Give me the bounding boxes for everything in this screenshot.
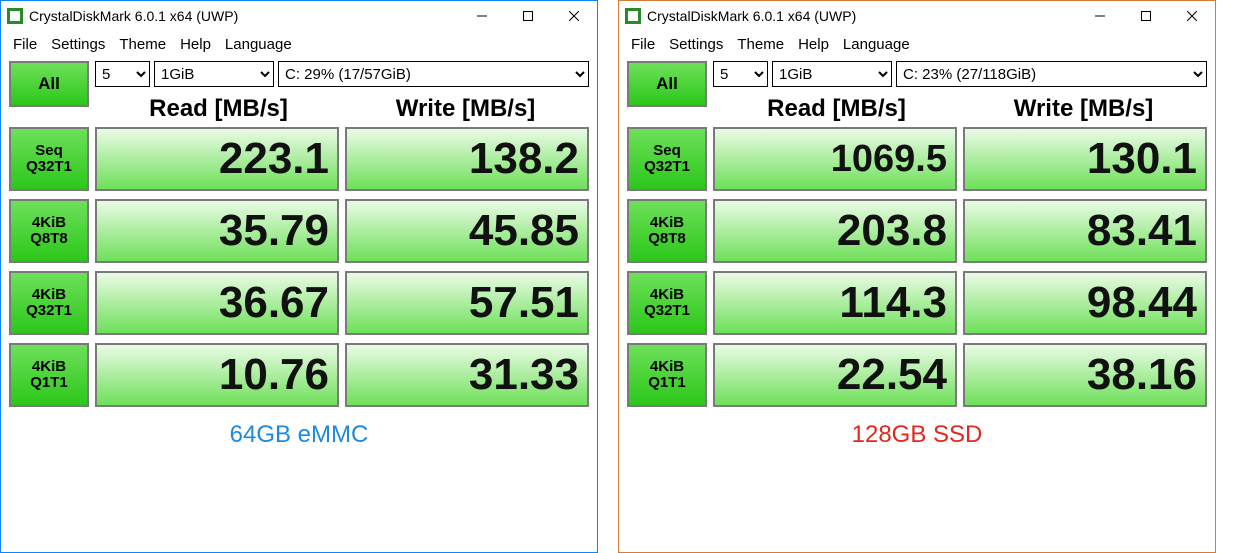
- 4kib-q1t1-read: 10.76: [95, 343, 339, 407]
- 4kib-q32t1-read: 36.67: [95, 271, 339, 335]
- 4kib-q32t1-button[interactable]: 4KiB Q32T1: [627, 271, 707, 335]
- run-all-button[interactable]: All: [627, 61, 707, 107]
- window-crystaldiskmark-left: CrystalDiskMark 6.0.1 x64 (UWP) File Set…: [0, 0, 598, 553]
- 4kib-q32t1-button[interactable]: 4KiB Q32T1: [9, 271, 89, 335]
- minimize-button[interactable]: [459, 1, 505, 31]
- run-all-button[interactable]: All: [9, 61, 89, 107]
- read-header: Read [MB/s]: [713, 95, 960, 123]
- menu-theme[interactable]: Theme: [113, 34, 172, 55]
- write-header: Write [MB/s]: [960, 95, 1207, 123]
- seq-q32t1-button[interactable]: Seq Q32T1: [9, 127, 89, 191]
- 4kib-q1t1-button[interactable]: 4KiB Q1T1: [9, 343, 89, 407]
- 4kib-q8t8-button[interactable]: 4KiB Q8T8: [9, 199, 89, 263]
- menu-file[interactable]: File: [7, 34, 43, 55]
- 4kib-q1t1-write: 38.16: [963, 343, 1207, 407]
- menu-help[interactable]: Help: [174, 34, 217, 55]
- 4kib-q1t1-button[interactable]: 4KiB Q1T1: [627, 343, 707, 407]
- seq-q32t1-read: 1069.5: [713, 127, 957, 191]
- 4kib-q8t8-button[interactable]: 4KiB Q8T8: [627, 199, 707, 263]
- 4kib-q32t1-read: 114.3: [713, 271, 957, 335]
- window-title: CrystalDiskMark 6.0.1 x64 (UWP): [647, 8, 856, 24]
- window-crystaldiskmark-right: CrystalDiskMark 6.0.1 x64 (UWP) File Set…: [618, 0, 1216, 553]
- 4kib-q8t8-write: 45.85: [345, 199, 589, 263]
- window-title: CrystalDiskMark 6.0.1 x64 (UWP): [29, 8, 238, 24]
- caption-label: 128GB SSD: [627, 421, 1207, 449]
- runs-select[interactable]: 5: [713, 61, 768, 87]
- 4kib-q1t1-write: 31.33: [345, 343, 589, 407]
- app-icon: [625, 8, 641, 24]
- seq-q32t1-button[interactable]: Seq Q32T1: [627, 127, 707, 191]
- 4kib-q32t1-write: 98.44: [963, 271, 1207, 335]
- menu-file[interactable]: File: [625, 34, 661, 55]
- menubar: File Settings Theme Help Language: [1, 31, 597, 57]
- maximize-button[interactable]: [1123, 1, 1169, 31]
- seq-q32t1-write: 130.1: [963, 127, 1207, 191]
- menu-language[interactable]: Language: [837, 34, 916, 55]
- close-button[interactable]: [551, 1, 597, 31]
- 4kib-q32t1-write: 57.51: [345, 271, 589, 335]
- 4kib-q1t1-read: 22.54: [713, 343, 957, 407]
- menu-settings[interactable]: Settings: [663, 34, 729, 55]
- seq-q32t1-write: 138.2: [345, 127, 589, 191]
- titlebar[interactable]: CrystalDiskMark 6.0.1 x64 (UWP): [619, 1, 1215, 31]
- 4kib-q8t8-read: 35.79: [95, 199, 339, 263]
- maximize-button[interactable]: [505, 1, 551, 31]
- write-header: Write [MB/s]: [342, 95, 589, 123]
- caption-label: 64GB eMMC: [9, 421, 589, 449]
- 4kib-q8t8-write: 83.41: [963, 199, 1207, 263]
- size-select[interactable]: 1GiB: [772, 61, 892, 87]
- 4kib-q8t8-read: 203.8: [713, 199, 957, 263]
- menu-help[interactable]: Help: [792, 34, 835, 55]
- read-header: Read [MB/s]: [95, 95, 342, 123]
- menu-language[interactable]: Language: [219, 34, 298, 55]
- runs-select[interactable]: 5: [95, 61, 150, 87]
- drive-select[interactable]: C: 29% (17/57GiB): [278, 61, 589, 87]
- titlebar[interactable]: CrystalDiskMark 6.0.1 x64 (UWP): [1, 1, 597, 31]
- seq-q32t1-read: 223.1: [95, 127, 339, 191]
- menu-theme[interactable]: Theme: [731, 34, 790, 55]
- menubar: File Settings Theme Help Language: [619, 31, 1215, 57]
- app-icon: [7, 8, 23, 24]
- drive-select[interactable]: C: 23% (27/118GiB): [896, 61, 1207, 87]
- close-button[interactable]: [1169, 1, 1215, 31]
- size-select[interactable]: 1GiB: [154, 61, 274, 87]
- minimize-button[interactable]: [1077, 1, 1123, 31]
- menu-settings[interactable]: Settings: [45, 34, 111, 55]
